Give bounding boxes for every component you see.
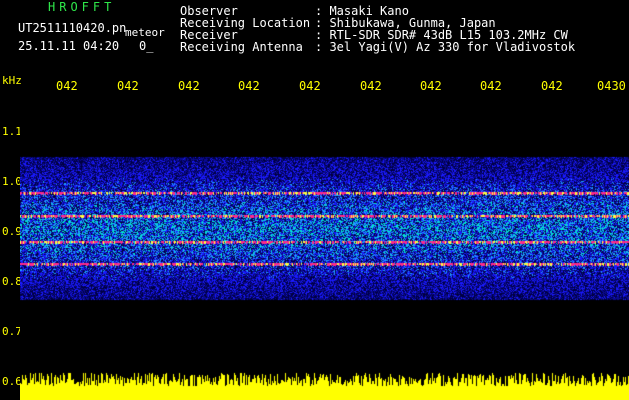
time-tick-label: 042: [480, 79, 502, 93]
time-tick-label: 042: [360, 79, 382, 93]
spectrogram: [20, 95, 629, 400]
time-tick-label: 042: [56, 79, 78, 93]
antenna-value: : 3el Yagi(V) Az 330 for Vladivostok: [315, 40, 576, 54]
frequency-tick-label: 1.1: [2, 125, 22, 138]
time-tick-label: 0430: [597, 79, 626, 93]
time-tick-label: 042: [117, 79, 139, 93]
frequency-tick-label: 0.9: [2, 225, 22, 238]
time-tick-label: 042: [238, 79, 260, 93]
time-tick-label: 042: [541, 79, 563, 93]
frequency-tick-label: 0.7: [2, 325, 22, 338]
frequency-tick-label: 0.8: [2, 275, 22, 288]
meteor-label: meteor: [125, 26, 165, 39]
frequency-axis: 1.1 1.0 0.9 0.8 0.7 0.6: [0, 95, 22, 400]
frequency-tick-label: 1.0: [2, 175, 22, 188]
app-title: HROFFT: [48, 0, 116, 14]
frequency-tick-label: 0.6: [2, 375, 22, 388]
datetime: 25.11.11 04:20: [18, 39, 120, 53]
time-tick-label: 042: [299, 79, 321, 93]
time-axis: 042 042 042 042 042 042 042 042 042 0430: [0, 79, 629, 93]
time-tick-label: 042: [420, 79, 442, 93]
antenna-label: Receiving Antenna: [180, 40, 303, 54]
file-name: UT2511110420.pn: [18, 21, 127, 35]
time-tick-label: 042: [178, 79, 200, 93]
meteor-count: 0_: [139, 39, 154, 53]
